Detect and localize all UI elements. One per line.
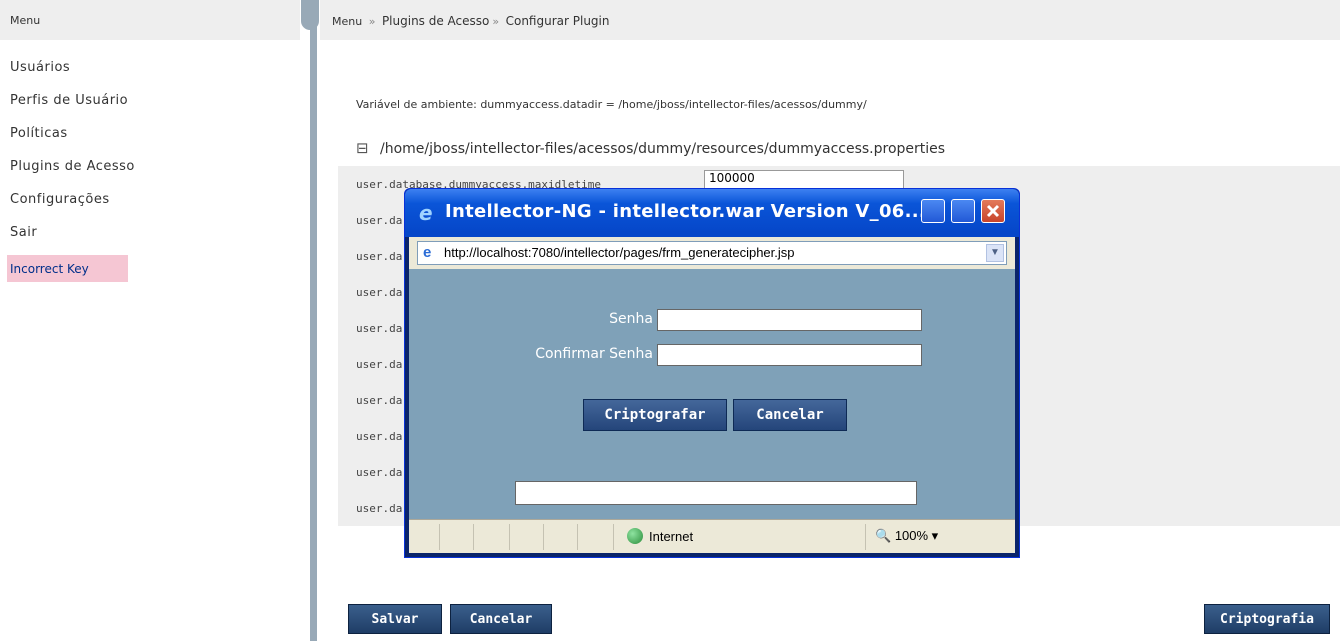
ie-icon: e	[419, 201, 433, 225]
sidebar-item-usuarios[interactable]: Usuários	[10, 58, 135, 91]
close-icon	[986, 204, 1000, 218]
property-key: user.da	[356, 214, 403, 227]
password-label: Senha	[609, 311, 653, 327]
encrypt-submit-button[interactable]: Criptografar	[583, 399, 727, 431]
zoom-control[interactable]: 🔍 100% ▾	[875, 528, 938, 544]
properties-file-path: /home/jboss/intellector-files/acessos/du…	[380, 141, 946, 157]
password-input[interactable]	[657, 309, 922, 331]
breadcrumb-current: Configurar Plugin	[505, 14, 610, 28]
maximize-button[interactable]	[951, 199, 975, 223]
sidebar-menu: Usuários Perfis de Usuário Políticas Plu…	[10, 58, 135, 256]
close-button[interactable]	[981, 199, 1005, 223]
breadcrumb-bar: Menu » Plugins de Acesso» Configurar Plu…	[320, 0, 1340, 40]
property-key: user.da	[356, 358, 403, 371]
cipher-output-field[interactable]	[515, 481, 917, 505]
breadcrumb-separator: »	[368, 15, 376, 28]
zoom-level: 100%	[894, 528, 929, 543]
sidebar-item-plugins[interactable]: Plugins de Acesso	[10, 157, 135, 190]
property-key: user.da	[356, 394, 403, 407]
property-value-input[interactable]: 100000	[704, 170, 904, 190]
breadcrumb: Menu » Plugins de Acesso» Configurar Plu…	[332, 14, 609, 28]
popup-content: Senha Confirmar Senha Criptografar Cance…	[409, 269, 1015, 519]
property-key: user.da	[356, 286, 403, 299]
panel-divider	[300, 0, 320, 641]
confirm-password-label: Confirmar Senha	[535, 346, 653, 362]
save-button[interactable]: Salvar	[348, 604, 442, 634]
property-key: user.da	[356, 502, 403, 515]
property-key: user.da	[356, 250, 403, 263]
property-key: user.da	[356, 466, 403, 479]
url-field[interactable]: e http://localhost:7080/intellector/page…	[417, 241, 1007, 265]
collapse-icon[interactable]: ⊟	[356, 139, 369, 157]
sidebar-item-configuracoes[interactable]: Configurações	[10, 190, 135, 223]
breadcrumb-plugins[interactable]: Plugins de Acesso	[382, 14, 489, 28]
sidebar-item-sair[interactable]: Sair	[10, 223, 135, 256]
menu-header-label: Menu	[10, 14, 41, 27]
property-key: user.da	[356, 322, 403, 335]
popup-cancel-button[interactable]: Cancelar	[733, 399, 847, 431]
zoom-icon: 🔍	[875, 528, 892, 543]
chevron-down-icon[interactable]: ▼	[986, 244, 1004, 262]
globe-icon	[627, 528, 643, 544]
cancel-button[interactable]: Cancelar	[450, 604, 552, 634]
security-zone: Internet	[627, 528, 693, 544]
environment-variable: Variável de ambiente: dummyaccess.datadi…	[356, 98, 867, 111]
error-badge: Incorrect Key	[7, 255, 128, 282]
popup-window: e Intellector-NG - intellector.war Versi…	[404, 188, 1020, 558]
properties-file-header: ⊟ /home/jboss/intellector-files/acessos/d…	[356, 139, 945, 157]
minimize-button[interactable]	[921, 199, 945, 223]
popup-title-bar[interactable]: e Intellector-NG - intellector.war Versi…	[405, 189, 1019, 237]
popup-title: Intellector-NG - intellector.war Version…	[445, 201, 927, 222]
encrypt-button[interactable]: Criptografia	[1204, 604, 1330, 634]
ie-page-icon: e	[423, 244, 432, 261]
status-bar: Internet 🔍 100% ▾	[409, 519, 1015, 553]
breadcrumb-separator: »	[492, 15, 500, 28]
menu-header: Menu	[0, 0, 300, 40]
url-text: http://localhost:7080/intellector/pages/…	[444, 245, 795, 260]
sidebar-item-perfis[interactable]: Perfis de Usuário	[10, 91, 135, 124]
property-key: user.da	[356, 430, 403, 443]
confirm-password-input[interactable]	[657, 344, 922, 366]
breadcrumb-root[interactable]: Menu	[332, 15, 362, 28]
address-bar: e http://localhost:7080/intellector/page…	[409, 237, 1015, 269]
sidebar-item-politicas[interactable]: Políticas	[10, 124, 135, 157]
zone-label: Internet	[649, 529, 694, 544]
